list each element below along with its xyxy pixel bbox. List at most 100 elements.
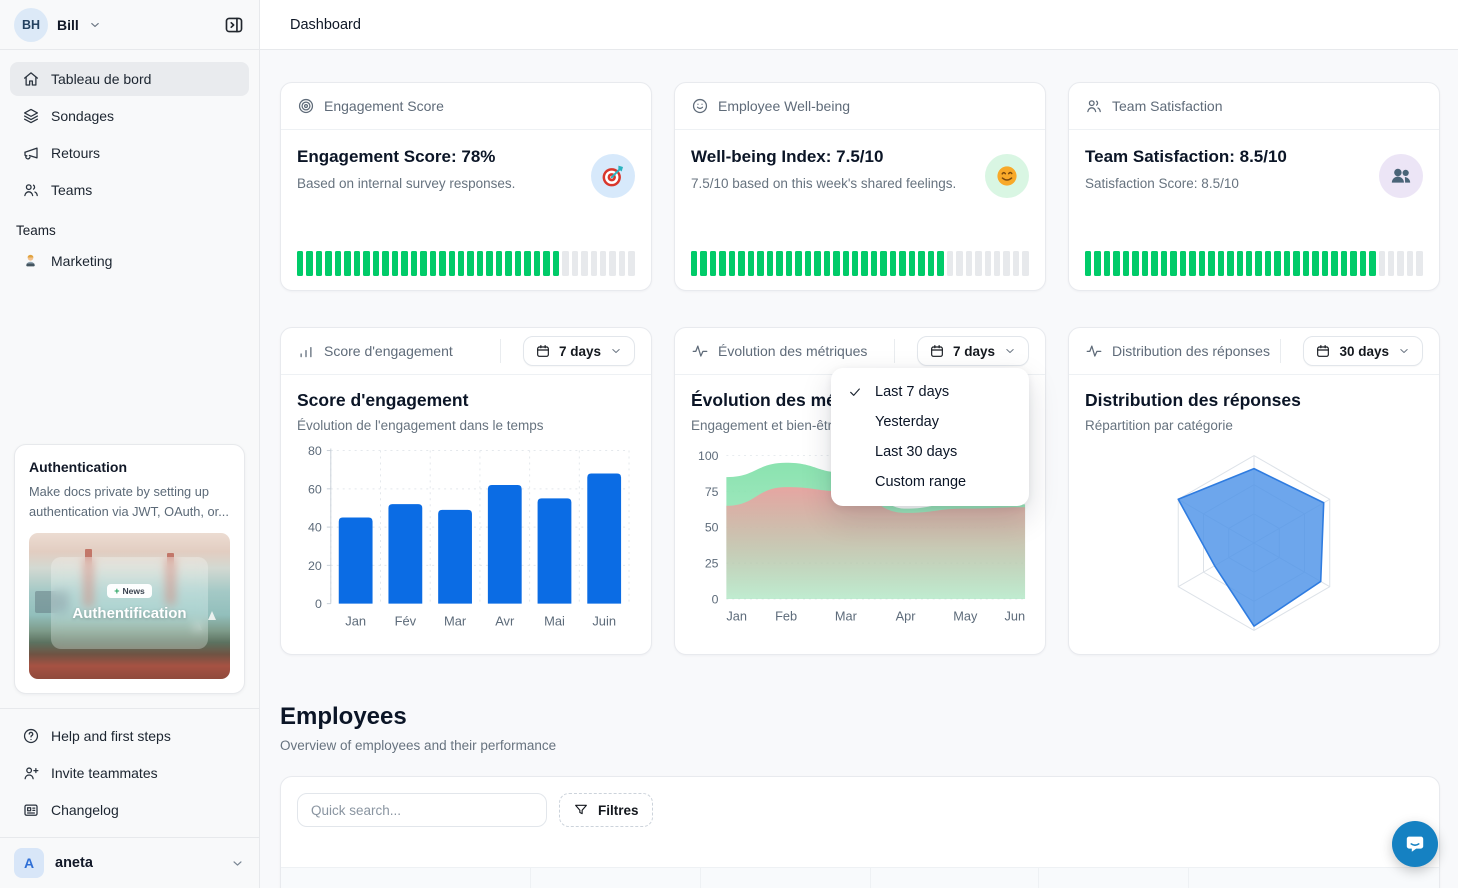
date-range-button[interactable]: 7 days — [917, 336, 1029, 366]
progress-segment — [363, 251, 369, 276]
menu-item-last-7-days[interactable]: Last 7 days — [831, 377, 1029, 407]
progress-segment — [767, 251, 773, 276]
search-input[interactable] — [297, 793, 547, 827]
column-header-user[interactable]: User — [281, 868, 531, 888]
content: Engagement ScoreEngagement Score: 78%Bas… — [260, 50, 1458, 888]
sidebar-team-marketing[interactable]: Marketing — [0, 244, 259, 277]
sidebar-item-changelog[interactable]: Changelog — [10, 793, 249, 827]
calendar-icon — [929, 343, 945, 359]
sidebar-item-feedback[interactable]: Retours — [10, 136, 249, 170]
column-header-position[interactable]: Position — [701, 868, 871, 888]
calendar-icon — [535, 343, 551, 359]
svg-text:Avr: Avr — [495, 614, 515, 629]
progress-segment — [871, 251, 877, 276]
app-window: BH Bill Tableau de bordSondages Retours Te… — [0, 0, 1458, 888]
progress-segment — [890, 251, 896, 276]
filters-button[interactable]: Filtres — [559, 793, 653, 827]
sidebar-nav: Tableau de bordSondages Retours Teams — [0, 50, 259, 209]
sidebar-item-help[interactable]: Help and first steps — [10, 719, 249, 753]
busts-badge-icon — [1379, 154, 1423, 198]
progress-segment — [1360, 251, 1366, 276]
chart-card-label: Évolution des métriques — [718, 343, 867, 359]
teams-section-label: Teams — [0, 209, 259, 244]
users-icon — [22, 181, 40, 199]
sidebar-item-label: Retours — [51, 145, 100, 161]
column-header-performance[interactable]: Performance — [1039, 868, 1189, 888]
progress-segment — [600, 251, 606, 276]
progress-segment — [316, 251, 322, 276]
progress-segment — [975, 251, 981, 276]
svg-text:25: 25 — [705, 557, 719, 571]
sidebar-item-label: Teams — [51, 182, 92, 198]
svg-text:60: 60 — [308, 482, 322, 496]
progress-segment — [609, 251, 615, 276]
divider — [894, 339, 895, 363]
progress-segment — [1293, 251, 1299, 276]
svg-text:Mai: Mai — [544, 614, 565, 629]
collapse-sidebar-button[interactable] — [223, 14, 245, 36]
promo-image: +News Authentification — [29, 533, 230, 679]
progress-segment — [297, 251, 303, 276]
progress-segment — [795, 251, 801, 276]
progress-segment — [619, 251, 625, 276]
stat-title: Well-being Index: 7.5/10 — [691, 147, 1029, 167]
chart-subtitle: Évolution de l'engagement dans le temps — [297, 418, 635, 433]
account-avatar: A — [14, 848, 44, 878]
column-header-team[interactable]: Team — [531, 868, 701, 888]
svg-text:Fév: Fév — [395, 614, 417, 629]
progress-segment — [1322, 251, 1328, 276]
menu-item-yesterday[interactable]: Yesterday — [831, 407, 1029, 437]
menu-item-custom-range[interactable]: Custom range — [831, 467, 1029, 497]
megaphone-icon — [22, 144, 40, 162]
progress-segment — [562, 251, 568, 276]
chevron-down-icon — [1397, 344, 1411, 358]
main-area: Dashboard Engagement ScoreEngagement Sco… — [260, 0, 1458, 888]
check-icon — [847, 384, 865, 400]
svg-text:0: 0 — [315, 597, 322, 611]
date-range-button[interactable]: 30 days — [1303, 336, 1423, 366]
sidebar-item-dashboard[interactable]: Tableau de bord — [10, 62, 249, 96]
column-header-tasks[interactable]: Tasks — [1189, 868, 1439, 888]
svg-text:20: 20 — [308, 559, 322, 573]
progress-segment — [543, 251, 549, 276]
progress-segment — [937, 251, 943, 276]
sidebar-item-teams[interactable]: Teams — [10, 173, 249, 207]
progress-segment — [581, 251, 587, 276]
progress-segment — [1199, 251, 1205, 276]
progress-segment — [1416, 251, 1422, 276]
progress-segment — [1255, 251, 1261, 276]
authentication-promo-card[interactable]: Authentication Make docs private by sett… — [14, 444, 245, 694]
response-distribution-chart-card: Distribution des réponses 30 days Distri… — [1068, 327, 1440, 655]
progress-segment — [956, 251, 962, 276]
progress-segment — [1388, 251, 1394, 276]
progress-bar — [691, 251, 1029, 276]
account-menu[interactable]: A aneta — [0, 837, 259, 888]
svg-text:Mar: Mar — [444, 614, 467, 629]
menu-item-label: Custom range — [875, 474, 966, 490]
employees-card: Filtres UserTeamPositionParticipationPer… — [280, 776, 1440, 888]
progress-segment — [515, 251, 521, 276]
progress-segment — [1265, 251, 1271, 276]
svg-text:100: 100 — [698, 449, 719, 463]
progress-segment — [805, 251, 811, 276]
column-header-participation[interactable]: Participation — [871, 868, 1039, 888]
bar-chart-icon — [297, 342, 315, 360]
sidebar-item-surveys[interactable]: Sondages — [10, 99, 249, 133]
workspace-switcher[interactable]: BH Bill — [0, 0, 259, 50]
date-range-button[interactable]: 7 days — [523, 336, 635, 366]
progress-segment — [899, 251, 905, 276]
progress-segment — [700, 251, 706, 276]
progress-segment — [467, 251, 473, 276]
sidebar-item-invite[interactable]: Invite teammates — [10, 756, 249, 790]
menu-item-last-30-days[interactable]: Last 30 days — [831, 437, 1029, 467]
svg-text:Juin: Juin — [592, 614, 616, 629]
promo-overlay-card: +News Authentification — [51, 557, 208, 649]
sidebar: BH Bill Tableau de bordSondages Retours Te… — [0, 0, 260, 888]
chart-title: Distribution des réponses — [1085, 390, 1423, 411]
intercom-chat-button[interactable] — [1392, 821, 1438, 867]
progress-segment — [880, 251, 886, 276]
promo-caption: Authentification — [72, 605, 186, 622]
svg-text:50: 50 — [705, 521, 719, 535]
users-icon — [1085, 97, 1103, 115]
progress-segment — [966, 251, 972, 276]
